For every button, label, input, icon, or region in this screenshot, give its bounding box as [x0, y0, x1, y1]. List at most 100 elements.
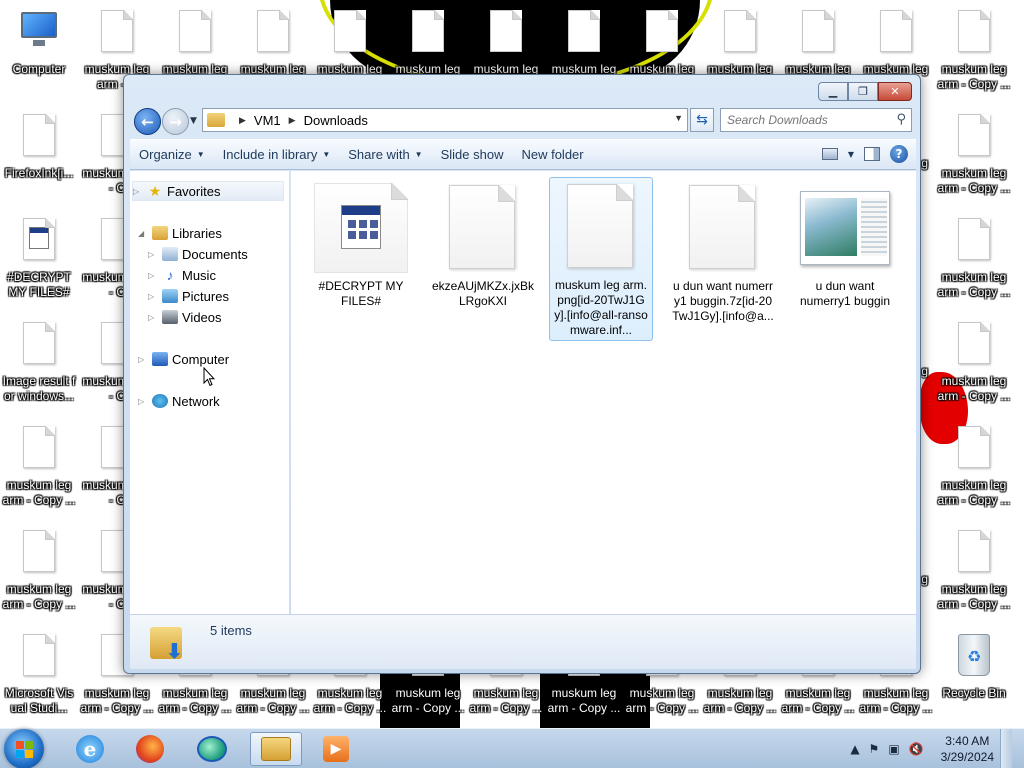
document-icon	[23, 634, 55, 676]
desktop-icon-muskum[interactable]: muskum leg arm - Copy ...	[937, 520, 1011, 620]
start-button[interactable]	[4, 729, 44, 768]
taskbar-windows-explorer[interactable]	[250, 732, 302, 766]
organize-menu[interactable]: Organize ▼	[130, 140, 214, 169]
documents-icon	[162, 247, 178, 261]
file-item[interactable]: #DECRYPT MY FILES#	[309, 179, 413, 309]
desktop-icon-label: muskum leg arm - Copy ...	[625, 686, 699, 715]
file-item[interactable]: u dun want numerry1 buggin.7z[id-20TwJ1G…	[671, 179, 775, 324]
nav-item-computer[interactable]: ▷ Computer	[138, 349, 229, 369]
image-thumbnail-icon	[800, 191, 890, 265]
breadcrumb-folder[interactable]: Downloads	[304, 113, 368, 128]
command-bar: Organize ▼ Include in library ▼ Share with…	[130, 139, 916, 170]
back-button[interactable]: ←	[134, 108, 161, 135]
network-status-icon[interactable]: ▣	[888, 742, 899, 756]
downloads-folder-icon: ⬇	[150, 621, 186, 663]
desktop-icon-muskum[interactable]: muskum leg arm - Copy ...	[937, 312, 1011, 412]
new-folder-button[interactable]: New folder	[512, 140, 592, 169]
file-item[interactable]: ekzeAUjMKZx.jxBkLRgoKXI	[431, 179, 535, 309]
document-icon	[179, 10, 211, 52]
maximize-button[interactable]: ❐	[848, 82, 878, 101]
desktop-icon-firefoxink[interactable]: FirefoxInk[i...	[2, 104, 76, 204]
expand-arrow-icon[interactable]: ▷	[148, 250, 158, 259]
expand-arrow-icon[interactable]: ▷	[148, 292, 158, 301]
nav-item-documents[interactable]: ▷ Documents	[148, 244, 248, 264]
desktop-icon-label: muskum leg arm - Copy ...	[313, 686, 387, 715]
nav-label: Documents	[182, 246, 248, 262]
recent-pages-dropdown[interactable]: ▼	[190, 116, 197, 126]
chevron-down-icon[interactable]: ▼	[848, 150, 854, 159]
nav-label: Network	[172, 393, 220, 409]
desktop-icon-image-result[interactable]: Image result for windows...	[2, 312, 76, 412]
share-with-menu[interactable]: Share with ▼	[339, 140, 431, 169]
taskbar-firefox[interactable]	[124, 732, 176, 766]
star-icon: ★	[148, 183, 162, 199]
include-in-library-menu[interactable]: Include in library ▼	[214, 140, 340, 169]
preview-pane-icon[interactable]	[864, 147, 880, 161]
minimize-button[interactable]: ▁	[818, 82, 848, 101]
action-center-flag-icon[interactable]: ⚑	[869, 742, 880, 756]
desktop-icon-muskum[interactable]: muskum leg arm - Copy ...	[937, 416, 1011, 516]
desktop-icon-muskum-copy[interactable]: muskum leg arm - Copy ...	[2, 520, 76, 620]
forward-button[interactable]: →	[162, 108, 189, 135]
show-desktop-button[interactable]	[1000, 729, 1012, 768]
recycle-bin-icon: ♻	[958, 634, 990, 676]
nav-item-pictures[interactable]: ▷ Pictures	[148, 286, 229, 306]
document-icon	[101, 10, 133, 52]
chevron-down-icon[interactable]: ▼	[674, 113, 683, 123]
desktop-icon-label: muskum leg arm - Copy ...	[937, 478, 1011, 507]
explorer-window[interactable]: ▁ ❐ ✕ ← → ▼ ▶ VM1 ▶ Downloads ▼ ⇆ ⚲ Orga…	[123, 74, 921, 674]
refresh-button[interactable]: ⇆	[690, 108, 714, 132]
taskbar-internet-explorer[interactable]: e	[64, 732, 116, 766]
nav-item-libraries[interactable]: ◢ Libraries	[138, 223, 222, 243]
search-icon[interactable]: ⚲	[896, 112, 906, 127]
chevron-down-icon: ▼	[414, 150, 423, 159]
file-item[interactable]: u dun want numerry1 buggin	[793, 179, 897, 309]
search-box[interactable]: ⚲	[720, 108, 912, 132]
desktop-icon-label: muskum leg arm - Copy ...	[937, 166, 1011, 195]
expand-arrow-icon[interactable]: ▷	[133, 187, 143, 196]
change-view-icon[interactable]	[821, 148, 838, 160]
nav-item-music[interactable]: ▷ ♪ Music	[148, 265, 216, 285]
nav-item-favorites[interactable]: ▷ ★ Favorites	[132, 181, 284, 201]
chevron-right-icon[interactable]: ▶	[239, 115, 246, 126]
nav-label: Pictures	[182, 288, 229, 304]
desktop-icon-muskum[interactable]: muskum leg arm - Copy ...	[937, 208, 1011, 308]
nav-item-videos[interactable]: ▷ Videos	[148, 307, 222, 327]
breadcrumb-root[interactable]: VM1	[254, 113, 281, 128]
chevron-right-icon[interactable]: ▶	[289, 115, 296, 126]
desktop-icon-label: muskum leg arm - Copy ...	[391, 686, 465, 715]
nav-item-network[interactable]: ▷ Network	[138, 391, 220, 411]
edge-icon	[197, 736, 227, 762]
expand-arrow-icon[interactable]: ▷	[148, 271, 158, 280]
html-document-icon	[341, 205, 381, 249]
desktop-icon-recycle-bin[interactable]: ♻ Recycle Bin	[937, 624, 1011, 724]
show-hidden-icons-icon[interactable]: ▲	[850, 742, 859, 756]
expand-arrow-icon[interactable]: ▷	[138, 397, 148, 406]
help-icon[interactable]: ?	[890, 145, 908, 163]
close-button[interactable]: ✕	[878, 82, 912, 101]
search-input[interactable]	[721, 109, 885, 131]
desktop-icon-decrypt-my-files[interactable]: #DECRYPT MY FILES#	[2, 208, 76, 308]
chevron-down-icon: ▼	[322, 150, 331, 159]
expand-arrow-icon[interactable]: ▷	[148, 313, 158, 322]
desktop-icon-visual-studio[interactable]: Microsoft Visual Studi...	[2, 624, 76, 724]
file-name: muskum leg arm.png[id-20TwJ1Gy].[info@al…	[554, 278, 648, 337]
command-label: Include in library	[222, 147, 318, 162]
arrow-left-icon: ←	[141, 112, 154, 131]
slide-show-button[interactable]: Slide show	[432, 140, 513, 169]
file-item-selected[interactable]: muskum leg arm.png[id-20TwJ1Gy].[info@al…	[549, 177, 653, 341]
address-bar[interactable]: ▶ VM1 ▶ Downloads ▼	[202, 108, 688, 132]
desktop-icon-computer[interactable]: Computer	[2, 0, 76, 100]
desktop-icon-label: muskum leg arm - Copy ...	[2, 478, 76, 507]
desktop-icon-muskum-copy[interactable]: muskum leg arm - Copy ...	[2, 416, 76, 516]
clock[interactable]: 3:40 AM 3/29/2024	[941, 733, 994, 765]
desktop-icon-label: muskum leg arm - Copy ...	[937, 582, 1011, 611]
taskbar-media-player[interactable]: ▶	[310, 732, 362, 766]
folder-icon	[207, 113, 225, 127]
desktop-icon-muskum[interactable]: muskum leg arm - Copy ...	[937, 0, 1011, 100]
collapse-arrow-icon[interactable]: ◢	[138, 229, 148, 238]
volume-muted-icon[interactable]: 🔇	[909, 742, 924, 756]
taskbar-edge[interactable]	[186, 732, 238, 766]
desktop-icon-muskum[interactable]: muskum leg arm - Copy ...	[937, 104, 1011, 204]
expand-arrow-icon[interactable]: ▷	[138, 355, 148, 364]
